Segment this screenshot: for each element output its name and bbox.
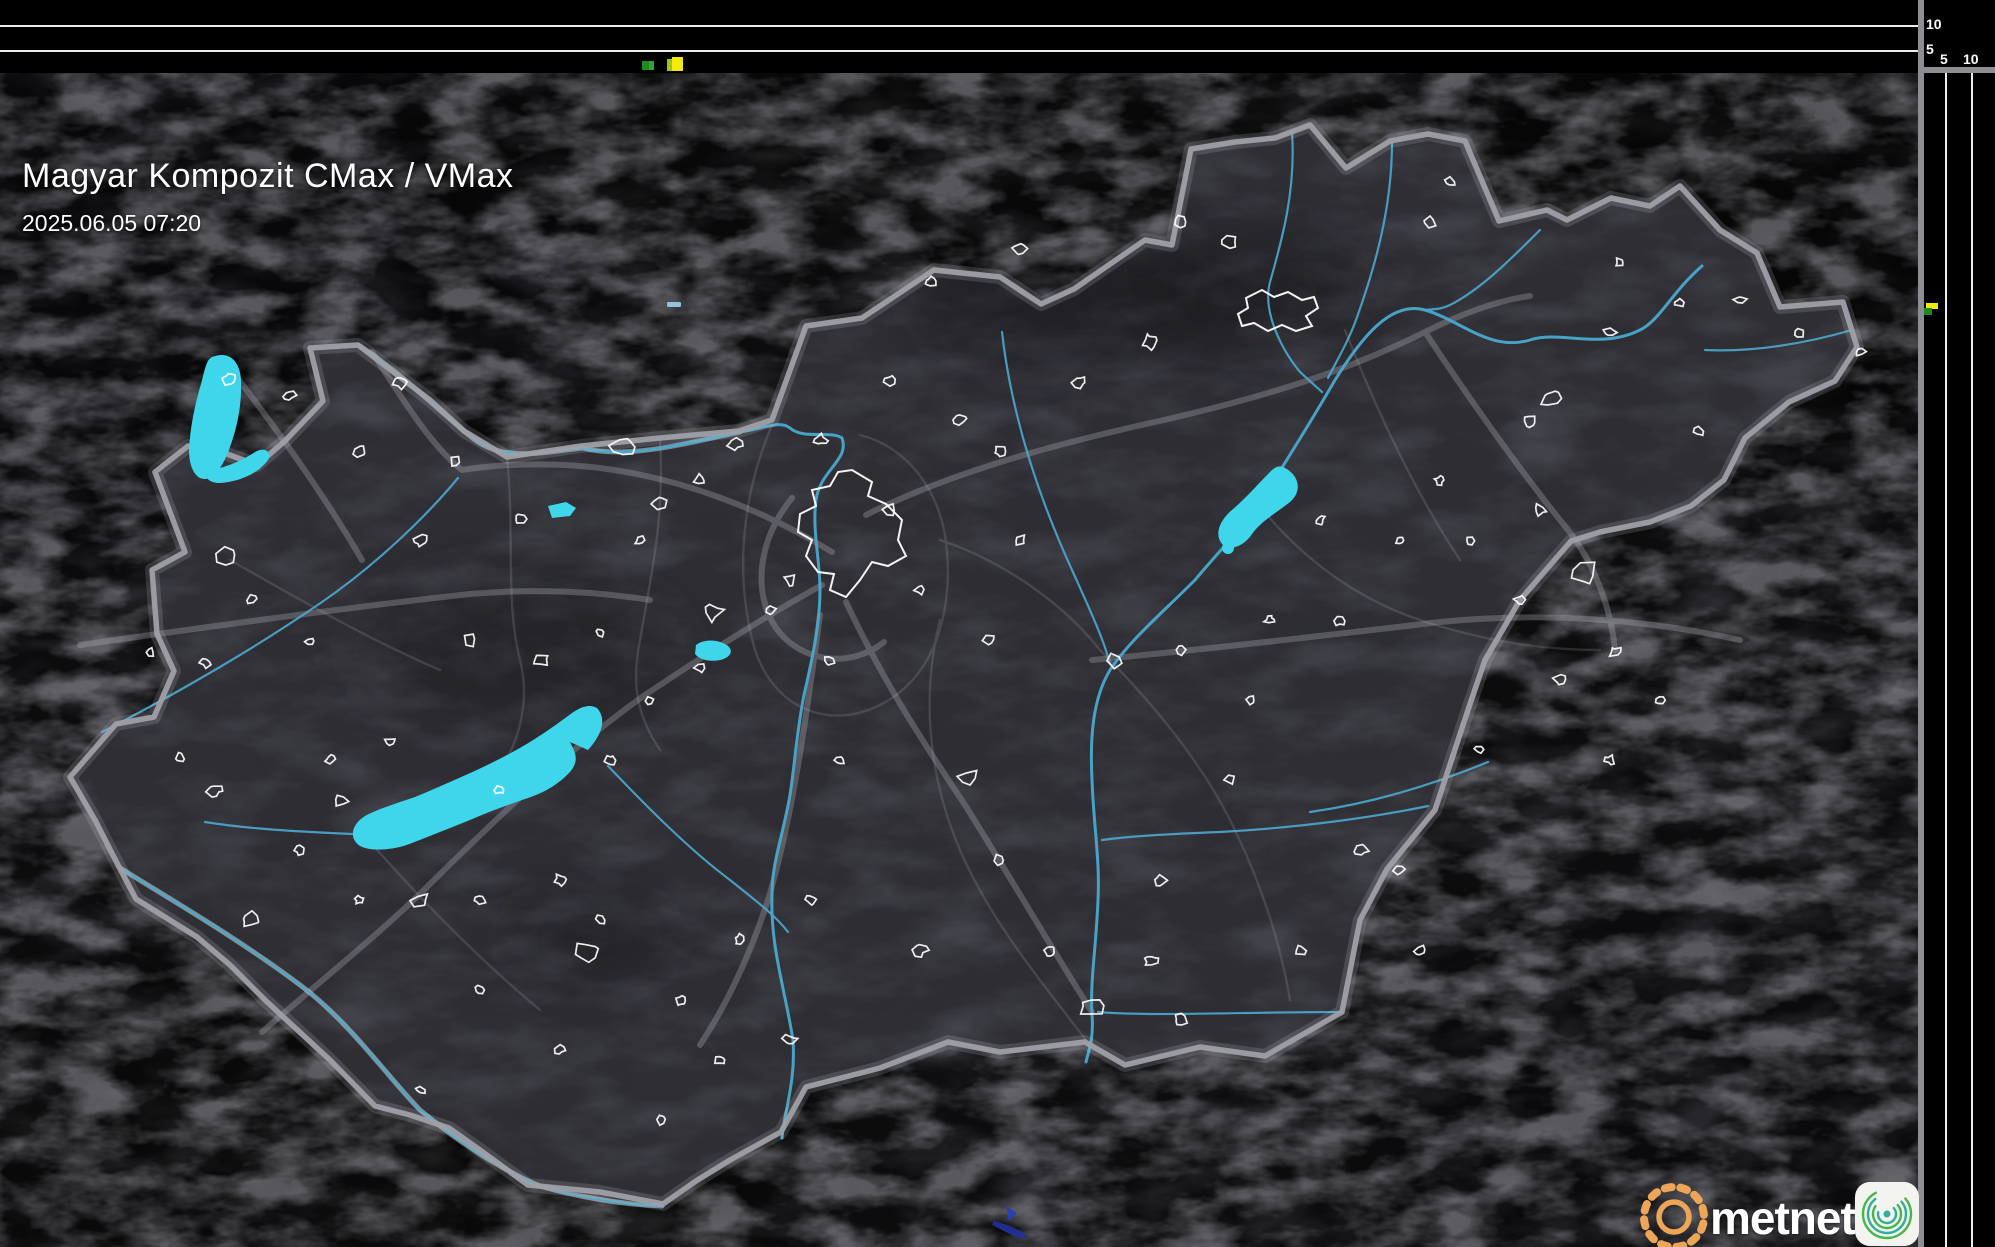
metnet-app-icon	[1855, 1182, 1919, 1246]
height-line-5km	[0, 50, 1918, 52]
distance-line-10	[1971, 73, 1973, 1247]
radar-composite-screen: 10 5 5 10 Magyar Kompozit CMax / VMax 20…	[0, 0, 1995, 1247]
lake-tisza-lobe	[1222, 542, 1234, 554]
distance-tick-10: 10	[1963, 51, 1979, 67]
map-frame-vertical	[1918, 0, 1924, 1247]
hungary-radar-map	[0, 73, 1918, 1247]
profile-echo-green-dark	[642, 61, 649, 70]
height-tick-5km: 5	[1926, 41, 1934, 57]
sun-icon	[1640, 1183, 1708, 1247]
distance-tick-5: 5	[1940, 51, 1948, 67]
metnet-logo: metnet	[1632, 1171, 1928, 1247]
distance-line-5	[1945, 73, 1947, 1247]
title-block: Magyar Kompozit CMax / VMax 2025.06.05 0…	[22, 157, 514, 237]
profile-echo-yellow	[672, 57, 683, 71]
logo-wordmark: metnet	[1710, 1192, 1856, 1244]
timestamp: 2025.06.05 07:20	[22, 210, 202, 236]
map-panel: Magyar Kompozit CMax / VMax 2025.06.05 0…	[0, 73, 1919, 1247]
ew-profile-strip	[0, 0, 1918, 73]
page-title: Magyar Kompozit CMax / VMax	[22, 157, 514, 195]
profile-echo-green	[649, 61, 654, 70]
height-tick-10km: 10	[1926, 16, 1942, 32]
radar-echo-cell	[667, 302, 681, 307]
profile-echo-green-dark	[1924, 308, 1932, 315]
height-line-10km	[0, 25, 1918, 27]
map-frame-horizontal	[1918, 67, 1995, 73]
ns-profile-strip	[1924, 0, 1995, 1247]
